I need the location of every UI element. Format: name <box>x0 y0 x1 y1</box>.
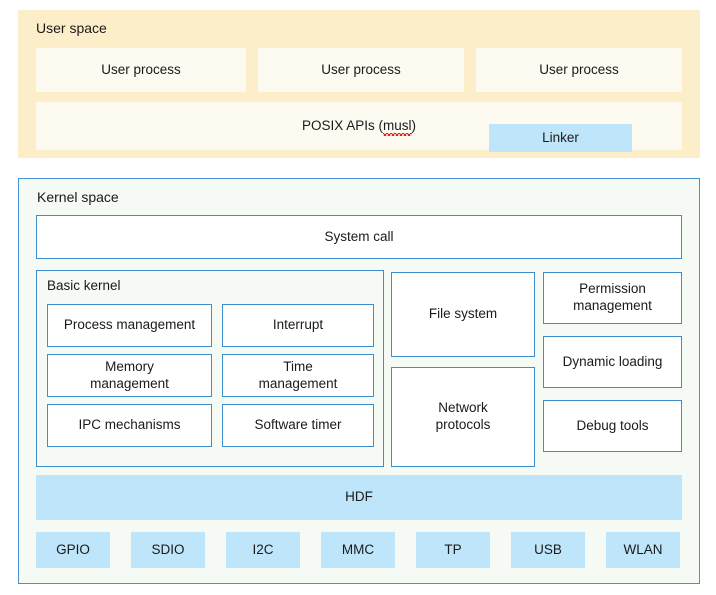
architecture-diagram: User space User process User process Use… <box>0 0 716 595</box>
user-process-label-3: User process <box>539 61 619 77</box>
network-protocols-label: Network protocols <box>435 400 491 432</box>
system-call-label: System call <box>324 228 394 244</box>
file-system-box: File system <box>391 272 535 357</box>
basic-kernel-module-process-management: Process management <box>47 304 212 347</box>
driver-label-usb: USB <box>534 541 562 557</box>
basic-kernel-group: Basic kernel Process management Interrup… <box>36 270 384 467</box>
driver-box-i2c: I2C <box>226 532 300 568</box>
driver-box-sdio: SDIO <box>131 532 205 568</box>
musl-misspelled-word: musl <box>383 117 412 137</box>
basic-kernel-title: Basic kernel <box>47 278 121 293</box>
driver-label-wlan: WLAN <box>623 541 663 557</box>
dynamic-loading-box: Dynamic loading <box>543 336 682 388</box>
linker-label: Linker <box>542 129 579 145</box>
module-label-interrupt: Interrupt <box>272 317 324 333</box>
driver-label-mmc: MMC <box>341 541 375 557</box>
module-label-process-management: Process management <box>63 317 196 333</box>
kernel-space-title: Kernel space <box>37 189 119 205</box>
user-process-box-3: User process <box>476 48 682 92</box>
driver-box-usb: USB <box>511 532 585 568</box>
basic-kernel-module-software-timer: Software timer <box>222 404 374 447</box>
system-call-box: System call <box>36 215 682 259</box>
user-process-box-2: User process <box>258 48 464 92</box>
driver-box-wlan: WLAN <box>606 532 680 568</box>
driver-label-i2c: I2C <box>252 541 274 557</box>
module-label-ipc-mechanisms: IPC mechanisms <box>78 417 181 433</box>
driver-label-sdio: SDIO <box>151 541 185 557</box>
posix-api-suffix: ) <box>411 117 417 133</box>
permission-management-box: Permission management <box>543 272 682 324</box>
driver-box-tp: TP <box>416 532 490 568</box>
hdf-label: HDF <box>345 489 373 505</box>
basic-kernel-module-ipc-mechanisms: IPC mechanisms <box>47 404 212 447</box>
module-label-software-timer: Software timer <box>254 417 342 433</box>
user-space-panel: User space User process User process Use… <box>18 10 700 158</box>
permission-management-label: Permission management <box>573 281 652 313</box>
basic-kernel-module-memory-management: Memory management <box>47 354 212 397</box>
user-process-box-1: User process <box>36 48 246 92</box>
driver-box-mmc: MMC <box>321 532 395 568</box>
user-process-label-1: User process <box>101 61 181 77</box>
kernel-space-panel: Kernel space System call Basic kernel Pr… <box>18 178 700 584</box>
user-space-title: User space <box>36 20 107 36</box>
posix-api-prefix: POSIX APIs ( <box>301 117 383 133</box>
dynamic-loading-label: Dynamic loading <box>562 353 663 369</box>
hdf-bar: HDF <box>36 475 682 520</box>
basic-kernel-module-time-management: Time management <box>222 354 374 397</box>
debug-tools-box: Debug tools <box>543 400 682 452</box>
basic-kernel-module-interrupt: Interrupt <box>222 304 374 347</box>
module-label-memory-management: Memory management <box>90 358 169 391</box>
driver-label-tp: TP <box>444 541 462 557</box>
file-system-label: File system <box>428 306 498 322</box>
debug-tools-label: Debug tools <box>576 417 649 433</box>
posix-api-label: POSIX APIs (musl) <box>301 117 417 137</box>
driver-label-gpio: GPIO <box>56 541 90 557</box>
driver-box-gpio: GPIO <box>36 532 110 568</box>
network-protocols-box: Network protocols <box>391 367 535 467</box>
user-process-label-2: User process <box>321 61 401 77</box>
module-label-time-management: Time management <box>258 358 338 391</box>
linker-box: Linker <box>489 124 632 152</box>
